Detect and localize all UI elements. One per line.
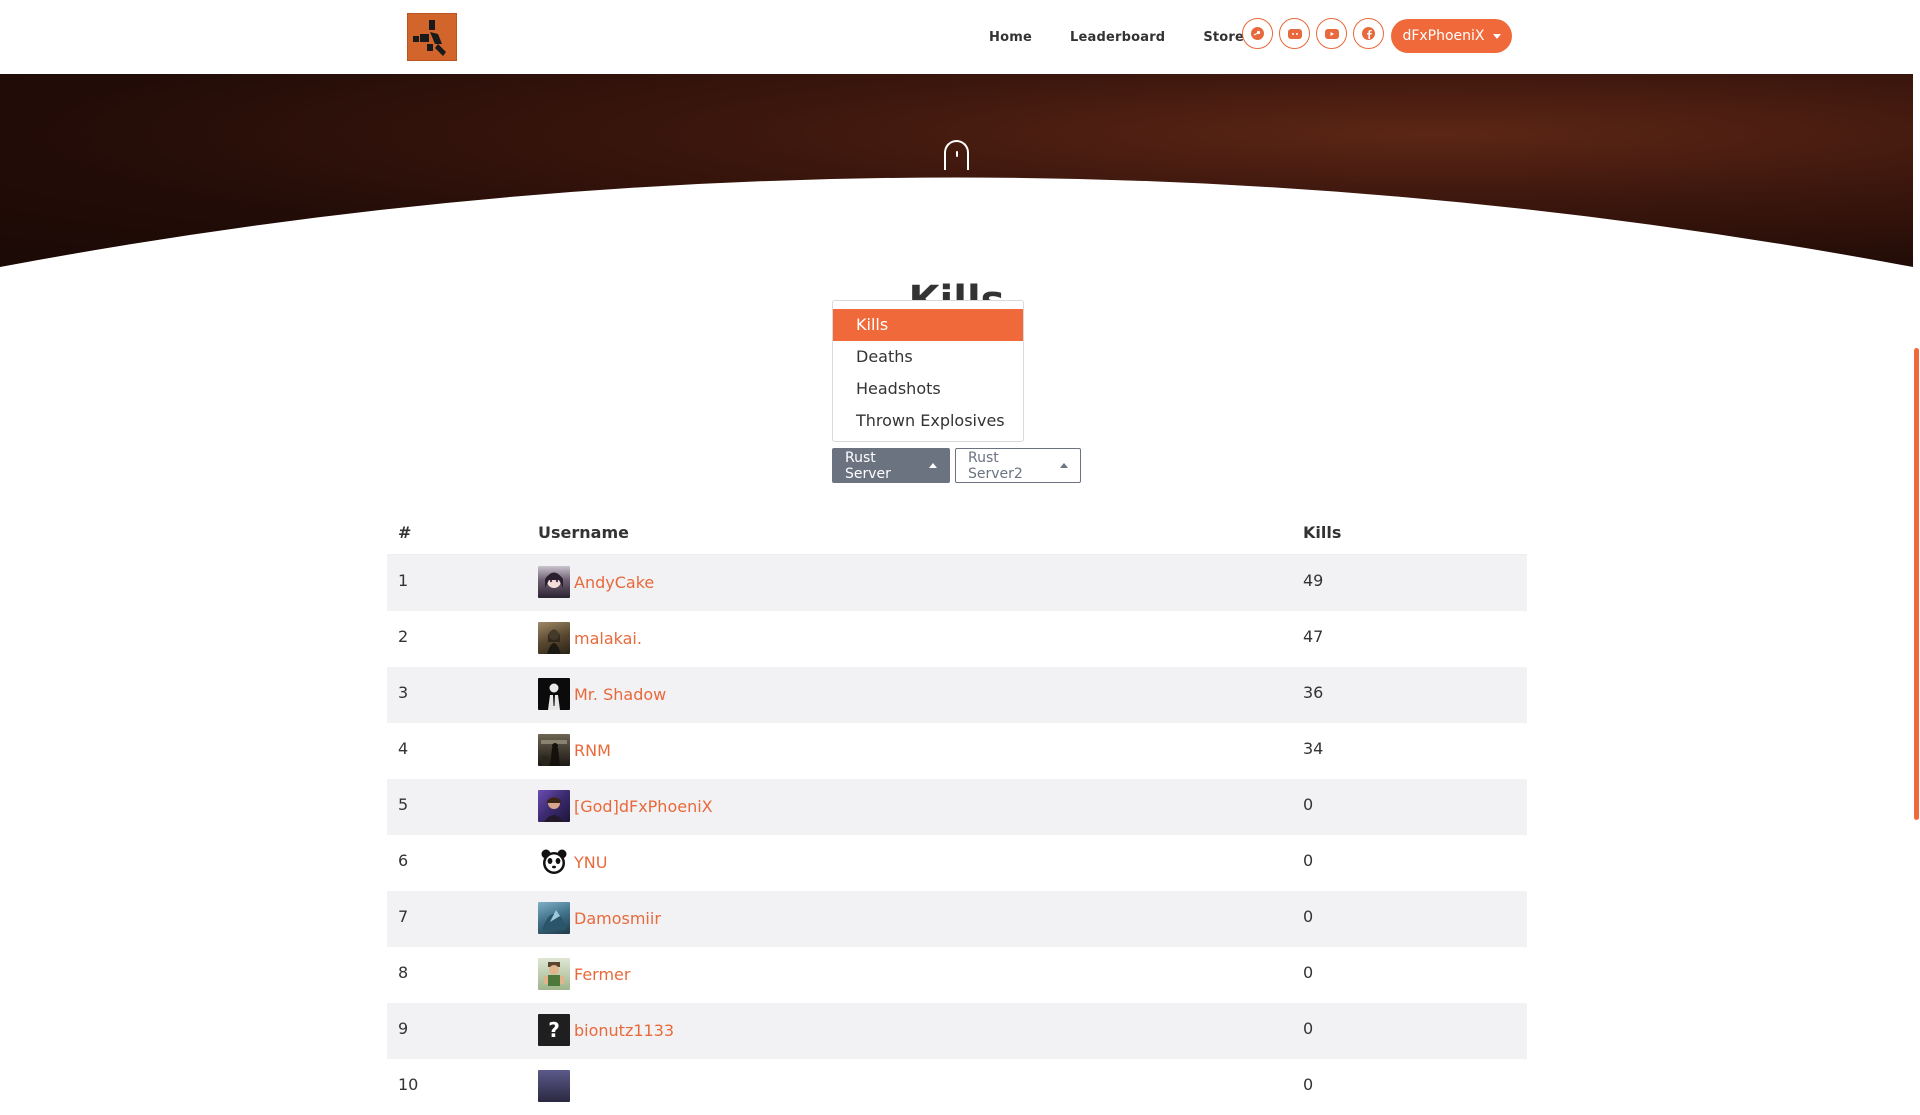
- row-kills: 47: [1303, 627, 1324, 646]
- table-row: 5 [God]dFxPhoeniX 0: [387, 779, 1527, 835]
- facebook-icon: [1362, 27, 1375, 40]
- username-link[interactable]: Damosmiir: [574, 909, 661, 928]
- avatar[interactable]: [538, 678, 570, 710]
- avatar[interactable]: [538, 1070, 570, 1102]
- stat-option-kills[interactable]: Kills: [833, 309, 1023, 341]
- row-kills: 0: [1303, 963, 1314, 982]
- row-kills: 34: [1303, 739, 1324, 758]
- table-row: 2 malakai. 47: [387, 611, 1527, 667]
- server-button-rust-server2[interactable]: Rust Server2: [955, 448, 1081, 483]
- header-rank: #: [398, 522, 412, 542]
- table-row: 9 ? bionutz1133 0: [387, 1003, 1527, 1059]
- row-user: AndyCake: [538, 555, 1303, 598]
- header-kills: Kills: [1303, 522, 1342, 542]
- row-rank: 2: [398, 627, 409, 646]
- row-user: ? bionutz1133: [538, 1003, 1303, 1046]
- username-link[interactable]: Fermer: [574, 965, 630, 984]
- youtube-button[interactable]: [1316, 18, 1347, 49]
- row-rank: 5: [398, 795, 409, 814]
- discord-button[interactable]: [1279, 18, 1310, 49]
- nav-links: Home Leaderboard Store: [970, 0, 1263, 74]
- avatar[interactable]: [538, 902, 570, 934]
- hero-curve: [0, 177, 1913, 274]
- avatar[interactable]: [538, 566, 570, 598]
- table-row: 1 AndyCake 49: [387, 555, 1527, 611]
- row-rank: 8: [398, 963, 409, 982]
- row-rank: 4: [398, 739, 409, 758]
- server-button-rust-server[interactable]: Rust Server: [832, 448, 950, 483]
- row-user: Mr. Shadow: [538, 667, 1303, 710]
- steam-button[interactable]: [1242, 18, 1273, 49]
- avatar[interactable]: [538, 958, 570, 990]
- user-name: dFxPhoeniX: [1402, 28, 1485, 44]
- row-rank: 3: [398, 683, 409, 702]
- username-link[interactable]: [God]dFxPhoeniX: [574, 797, 713, 816]
- caret-up-icon: [929, 463, 937, 468]
- avatar[interactable]: [538, 790, 570, 822]
- table-row: 8 Fermer 0: [387, 947, 1527, 1003]
- steam-icon: [1251, 27, 1264, 40]
- username-link[interactable]: bionutz1133: [574, 1021, 674, 1040]
- header-username: Username: [538, 522, 629, 542]
- hero-banner: [0, 74, 1913, 274]
- row-rank: 7: [398, 907, 409, 926]
- row-kills: 49: [1303, 571, 1324, 590]
- row-user: YNU: [538, 835, 1303, 878]
- row-user: Fermer: [538, 947, 1303, 990]
- row-rank: 6: [398, 851, 409, 870]
- table-row: 7 Damosmiir 0: [387, 891, 1527, 947]
- caret-down-icon: [1492, 33, 1501, 39]
- username-link[interactable]: AndyCake: [574, 573, 654, 592]
- stat-option-deaths[interactable]: Deaths: [833, 341, 1023, 373]
- row-user: RNM: [538, 723, 1303, 766]
- table-row: 6 YNU 0: [387, 835, 1527, 891]
- row-user: [God]dFxPhoeniX: [538, 779, 1303, 822]
- rust-logo-icon[interactable]: [407, 13, 457, 61]
- scrollbar-thumb[interactable]: [1914, 348, 1919, 820]
- user-menu-button[interactable]: dFxPhoeniX: [1391, 19, 1512, 53]
- row-kills: 36: [1303, 683, 1324, 702]
- server-label: Rust Server2: [968, 449, 1023, 482]
- leaderboard-table: # Username Kills 1 AndyCake 49 2 malakai…: [387, 510, 1527, 1115]
- table-row: 4 RNM 34: [387, 723, 1527, 779]
- youtube-icon: [1324, 28, 1339, 39]
- row-user: [538, 1059, 1303, 1102]
- row-user: Damosmiir: [538, 891, 1303, 934]
- row-kills: 0: [1303, 1075, 1314, 1094]
- navbar: Home Leaderboard Store dFxPhoeniX: [0, 0, 1913, 74]
- table-row: 3 Mr. Shadow 36: [387, 667, 1527, 723]
- username-link[interactable]: malakai.: [574, 629, 642, 648]
- server-selector: Rust Server Rust Server2: [832, 448, 1081, 483]
- username-link[interactable]: RNM: [574, 741, 611, 760]
- table-row: 10 0: [387, 1059, 1527, 1115]
- row-rank: 10: [398, 1075, 419, 1094]
- avatar[interactable]: [538, 622, 570, 654]
- nav-leaderboard-link[interactable]: Leaderboard: [1051, 30, 1184, 45]
- row-kills: 0: [1303, 795, 1314, 814]
- avatar[interactable]: [538, 734, 570, 766]
- table-header: # Username Kills: [387, 510, 1527, 555]
- server-label: Rust Server: [845, 449, 891, 482]
- panda-avatar-icon[interactable]: [538, 846, 570, 878]
- row-kills: 0: [1303, 907, 1314, 926]
- discord-icon: [1287, 28, 1302, 39]
- scroll-down-icon[interactable]: [944, 140, 969, 170]
- row-kills: 0: [1303, 1019, 1314, 1038]
- row-user: malakai.: [538, 611, 1303, 654]
- nav-home-link[interactable]: Home: [970, 30, 1051, 45]
- default-avatar-icon[interactable]: ?: [538, 1014, 570, 1046]
- stat-dropdown-menu: Kills Deaths Headshots Thrown Explosives: [832, 300, 1024, 442]
- row-rank: 1: [398, 571, 409, 590]
- facebook-button[interactable]: [1353, 18, 1384, 49]
- stat-option-thrown-explosives[interactable]: Thrown Explosives: [833, 405, 1023, 437]
- stat-option-headshots[interactable]: Headshots: [833, 373, 1023, 405]
- row-kills: 0: [1303, 851, 1314, 870]
- username-link[interactable]: Mr. Shadow: [574, 685, 666, 704]
- row-rank: 9: [398, 1019, 409, 1038]
- caret-up-icon: [1060, 463, 1068, 468]
- username-link[interactable]: YNU: [574, 853, 607, 872]
